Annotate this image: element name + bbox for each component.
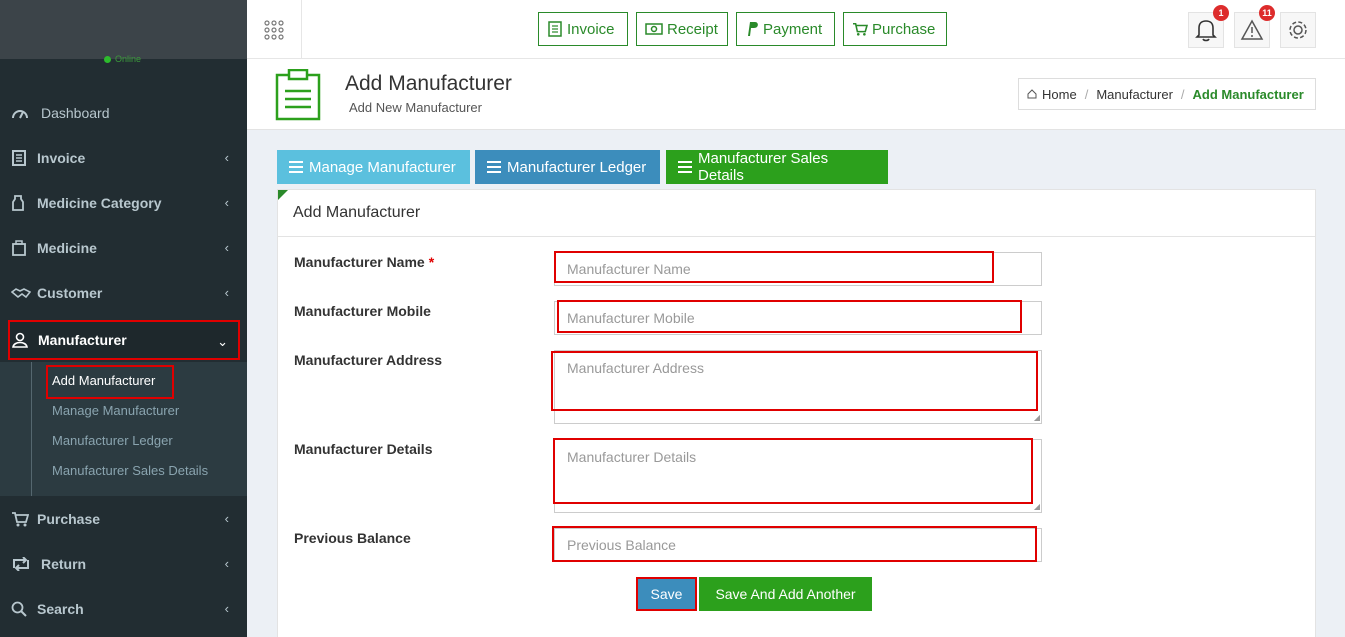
quick-invoice-button[interactable]: Invoice [538, 12, 628, 46]
notifications-button[interactable]: 1 [1188, 5, 1229, 48]
sidebar-item-manufacturer[interactable]: Manufacturer ⌄ [8, 320, 240, 360]
medicine-icon [11, 239, 33, 256]
submenu-line [31, 362, 32, 496]
page-title: Add Manufacturer [345, 72, 512, 95]
manufacturer-details-textarea[interactable]: Manufacturer Details ◢ [554, 439, 1042, 513]
manufacturer-address-label: Manufacturer Address [294, 352, 443, 368]
manufacturer-ledger-button[interactable]: Manufacturer Ledger [475, 150, 660, 184]
resize-grip-icon[interactable]: ◢ [1034, 503, 1040, 511]
quick-receipt-button[interactable]: Receipt [636, 12, 728, 46]
chevron-down-icon: ⌄ [217, 334, 228, 349]
chevron-left-icon: ‹ [224, 601, 229, 616]
submenu-manage-manufacturer[interactable]: Manage Manufacturer [52, 403, 179, 418]
apps-grid-icon [264, 19, 284, 40]
manufacturer-mobile-label: Manufacturer Mobile [294, 303, 431, 319]
quick-payment-button[interactable]: Payment [736, 12, 835, 46]
manufacturer-mobile-input[interactable]: Manufacturer Mobile [554, 301, 1042, 335]
topbar: Invoice Receipt Payment Purchase 1 11 [247, 0, 1345, 59]
cart-icon [853, 22, 868, 36]
chevron-left-icon: ‹ [224, 240, 229, 255]
list-icon [289, 161, 303, 173]
resize-grip-icon[interactable]: ◢ [1034, 414, 1040, 422]
save-button[interactable]: Save [636, 577, 697, 611]
chevron-left-icon: ‹ [224, 150, 229, 165]
sidebar-item-customer[interactable]: Customer ‹ [0, 270, 247, 315]
highlight-box [46, 365, 174, 399]
list-icon [678, 161, 692, 173]
list-icon [487, 161, 501, 173]
manufacturer-name-label: Manufacturer Name * [294, 254, 435, 270]
manufacturer-details-label: Manufacturer Details [294, 441, 433, 457]
apps-grid-button[interactable] [247, 0, 302, 59]
breadcrumb-current: Add Manufacturer [1192, 86, 1304, 102]
chevron-left-icon: ‹ [224, 195, 229, 210]
manufacturer-name-input[interactable]: Manufacturer Name [554, 252, 1042, 286]
quick-purchase-button[interactable]: Purchase [843, 12, 947, 46]
page-subtitle: Add New Manufacturer [349, 100, 482, 115]
submenu-manufacturer-ledger[interactable]: Manufacturer Ledger [52, 433, 173, 448]
warning-icon [1240, 19, 1264, 40]
chevron-left-icon: ‹ [224, 285, 229, 300]
user-panel: Online [0, 0, 247, 64]
sidebar-item-medicine[interactable]: Medicine ‹ [0, 225, 247, 270]
online-status: Online [104, 54, 141, 64]
sidebar-item-search[interactable]: Search ‹ [0, 586, 247, 631]
manufacturer-sales-details-button[interactable]: Manufacturer Sales Details [666, 150, 888, 184]
chevron-left-icon: ‹ [224, 511, 229, 526]
panel-corner [278, 190, 288, 200]
invoice-icon [11, 149, 33, 166]
gear-icon [1289, 21, 1307, 39]
dashboard-icon [11, 106, 33, 120]
paypal-icon [748, 22, 758, 36]
sidebar-item-dashboard[interactable]: Dashboard [0, 90, 247, 135]
money-icon [645, 23, 663, 35]
sidebar-item-invoice[interactable]: Invoice ‹ [0, 135, 247, 180]
add-manufacturer-panel: Add Manufacturer Manufacturer Name * Manu… [277, 189, 1316, 637]
sidebar-item-medicine-category[interactable]: Medicine Category ‹ [0, 180, 247, 225]
previous-balance-input[interactable]: Previous Balance [554, 528, 1042, 562]
online-dot-icon [104, 56, 111, 64]
submenu-manufacturer-sales-details[interactable]: Manufacturer Sales Details [52, 463, 208, 478]
manage-manufacturer-button[interactable]: Manage Manufacturer [277, 150, 470, 184]
notifications-badge: 1 [1213, 5, 1229, 21]
chevron-left-icon: ‹ [224, 556, 229, 571]
breadcrumb-home[interactable]: Home [1042, 87, 1077, 102]
sidebar-item-return[interactable]: Return ‹ [0, 541, 247, 586]
save-and-add-another-button[interactable]: Save And Add Another [699, 577, 872, 611]
cart-icon [11, 511, 33, 527]
medicine-category-icon [11, 194, 33, 211]
retweet-icon [11, 556, 33, 571]
content-header: Add Manufacturer Add New Manufacturer Ho… [247, 59, 1345, 130]
clipboard-icon [275, 68, 321, 124]
handshake-icon [11, 286, 33, 300]
user-icon [12, 332, 34, 348]
bell-icon [1195, 20, 1217, 42]
panel-heading: Add Manufacturer [278, 190, 1315, 237]
manufacturer-address-textarea[interactable]: Manufacturer Address ◢ [554, 350, 1042, 424]
invoice-icon [548, 21, 562, 37]
sidebar: Online Dashboard Invoice ‹ Medicine Cate… [0, 0, 247, 637]
breadcrumb: Home / Manufacturer / Add Manufacturer [1018, 78, 1316, 110]
home-icon [1027, 89, 1037, 99]
breadcrumb-manufacturer[interactable]: Manufacturer [1096, 87, 1173, 102]
search-icon [11, 601, 33, 617]
alerts-button[interactable]: 11 [1234, 5, 1275, 48]
alerts-badge: 11 [1259, 5, 1275, 21]
sidebar-item-purchase[interactable]: Purchase ‹ [0, 496, 247, 541]
previous-balance-label: Previous Balance [294, 530, 411, 546]
settings-button[interactable] [1280, 12, 1316, 48]
